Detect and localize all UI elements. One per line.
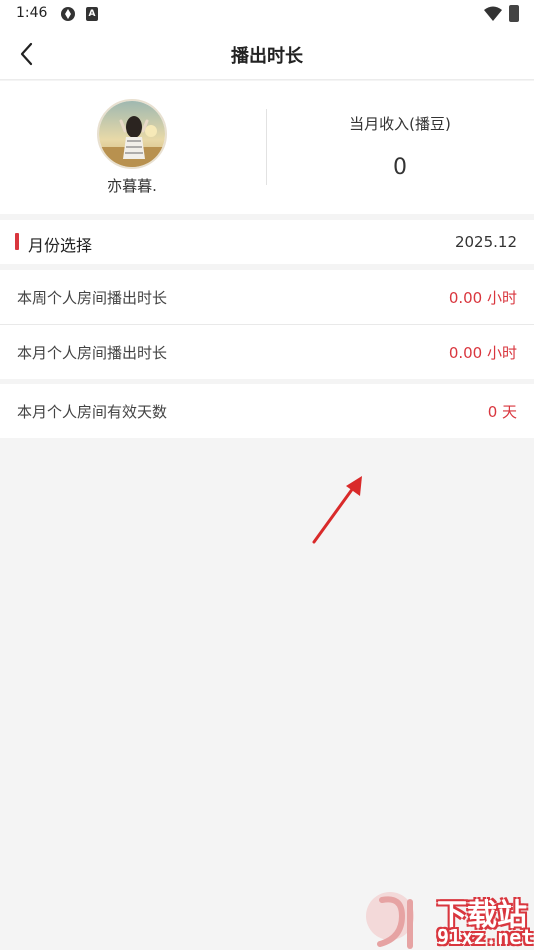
section-accent-bar xyxy=(15,233,19,250)
page-title: 播出时长 xyxy=(231,46,303,67)
avatar-image xyxy=(99,101,165,167)
status-bar: 1:46 A xyxy=(0,0,534,28)
avatar[interactable] xyxy=(97,99,167,169)
app-header: 播出时长 xyxy=(0,28,534,80)
watermark-url: 91xz.net xyxy=(437,925,534,949)
income-value: 0 xyxy=(393,155,407,180)
vertical-divider xyxy=(266,109,267,185)
stat-label: 本周个人房间播出时长 xyxy=(17,289,168,307)
stat-row-monthly-valid-days: 本月个人房间有效天数 0 天 xyxy=(0,384,534,438)
username: 亦暮暮. xyxy=(107,177,157,195)
stat-value: 0 天 xyxy=(487,403,517,421)
a-badge-icon: A xyxy=(86,7,98,21)
annotation-arrow-icon xyxy=(312,476,362,544)
stat-label: 本月个人房间有效天数 xyxy=(17,403,168,421)
stat-row-monthly-duration: 本月个人房间播出时长 0.00 小时 xyxy=(0,325,534,379)
profile-card: 亦暮暮. 当月收入(播豆) 0 xyxy=(0,81,534,214)
stat-value: 0.00 小时 xyxy=(448,289,517,307)
stat-row-weekly-duration: 本周个人房间播出时长 0.00 小时 xyxy=(0,270,534,324)
stat-value: 0.00 小时 xyxy=(448,344,517,362)
wifi-icon xyxy=(484,6,502,21)
income-label: 当月收入(播豆) xyxy=(349,115,451,133)
sync-icon xyxy=(61,7,75,21)
month-selector-value[interactable]: 2025.12 xyxy=(455,233,517,251)
month-selector-label: 月份选择 xyxy=(28,236,93,255)
stat-label: 本月个人房间播出时长 xyxy=(17,344,168,362)
status-time: 1:46 xyxy=(16,5,48,21)
month-selector[interactable]: 月份选择 2025.12 xyxy=(0,220,534,264)
battery-charging-icon xyxy=(509,5,519,22)
